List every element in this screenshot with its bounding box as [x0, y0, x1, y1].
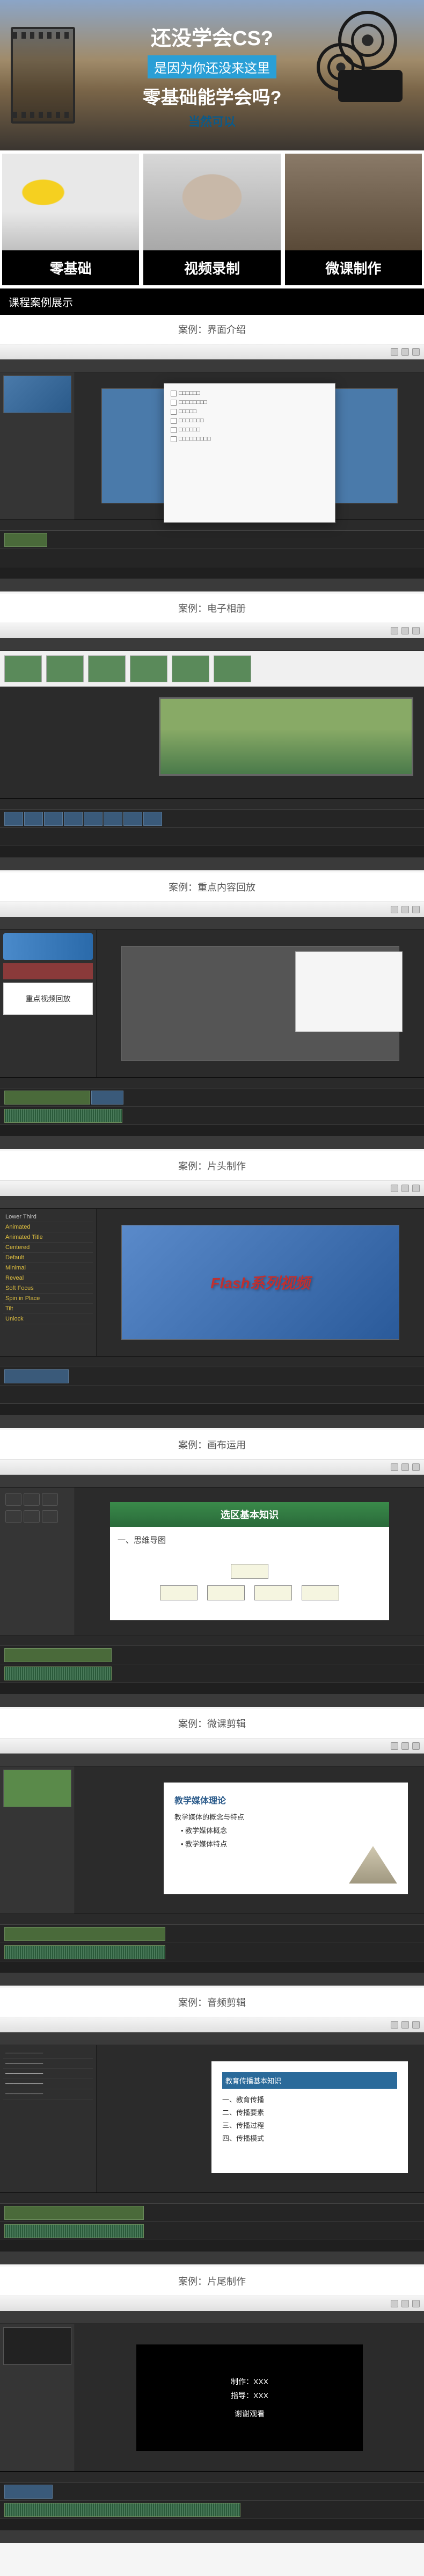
- timeline: [0, 798, 424, 857]
- feature-label-2: 微课制作: [285, 250, 422, 285]
- callout-panel: 重点视频回放: [0, 930, 97, 1077]
- bullet: • 教学媒体概念: [181, 1825, 397, 1835]
- screenshot-ui: 教学媒体理论 教学媒体的概念与特点 • 教学媒体概念 • 教学媒体特点: [0, 1738, 424, 1986]
- panel-item: Soft Focus: [3, 1283, 93, 1294]
- hero-line1-suffix: ?: [261, 27, 273, 50]
- flash-canvas: Flash系列视频: [121, 1225, 400, 1340]
- audio-panel: ───────── ───────── ───────── ───────── …: [0, 2045, 97, 2192]
- screenshot-ui: Lower Third Animated Animated Title Cent…: [0, 1181, 424, 1428]
- preview-area: □□□□□□ □□□□□□□□ □□□□□ □□□□□□□ □□□□□□ □□□…: [75, 372, 424, 519]
- hero-text: 还没学会CS? 是因为你还没来这里 零基础能学会吗? 当然可以: [0, 0, 424, 150]
- case-title: 案例：音频剪辑: [0, 1988, 424, 2017]
- slide-canvas: 教学媒体理论 教学媒体的概念与特点 • 教学媒体概念 • 教学媒体特点: [164, 1783, 408, 1894]
- panel-item: Unlock: [3, 1314, 93, 1324]
- section-title: 课程案例展示: [0, 288, 424, 315]
- flash-text: Flash系列视频: [210, 1272, 310, 1293]
- hero-banner: 还没学会CS? 是因为你还没来这里 零基础能学会吗? 当然可以: [0, 0, 424, 150]
- feature-card-2: 微课制作: [285, 154, 422, 285]
- clip-bin: [0, 2324, 75, 2471]
- screenshot-ui: ───────── ───────── ───────── ───────── …: [0, 2017, 424, 2264]
- case-title: 案例：片尾制作: [0, 2267, 424, 2296]
- album-preview: [159, 697, 413, 776]
- screenshot-ui: □□□□□□ □□□□□□□□ □□□□□ □□□□□□□ □□□□□□ □□□…: [0, 344, 424, 591]
- hero-line1: 还没学会CS?: [151, 21, 273, 51]
- slide-subtitle: 一、思维导图: [110, 1527, 389, 1553]
- screenshot-ui: 选区基本知识 一、思维导图: [0, 1460, 424, 1707]
- replay-label: 重点视频回放: [3, 983, 93, 1015]
- panel-item: Lower Third: [3, 1212, 93, 1222]
- preview-canvas: [121, 946, 400, 1061]
- bullet: 教学媒体的概念与特点: [174, 1812, 397, 1822]
- panel-item: Centered: [3, 1243, 93, 1253]
- window-titlebar: [0, 344, 424, 359]
- timeline: [0, 519, 424, 579]
- panel-item: Tilt: [3, 1304, 93, 1314]
- item: 一、教育传播: [222, 2094, 397, 2104]
- case-block: 案例：音频剪辑 ───────── ───────── ───────── ──…: [0, 1988, 424, 2264]
- item: 二、传播要素: [222, 2107, 397, 2117]
- case-title: 案例：片头制作: [0, 1151, 424, 1181]
- case-block: 案例：画布运用 选区基本知识 一、思维导图: [0, 1430, 424, 1707]
- hero-line2: 是因为你还没来这里: [148, 55, 276, 78]
- item: 四、传播模式: [222, 2133, 397, 2143]
- feature-card-0: 零基础: [2, 154, 139, 285]
- bullet: • 教学媒体特点: [181, 1838, 397, 1849]
- case-title: 案例：微课剪辑: [0, 1709, 424, 1738]
- clip-bin: [0, 1766, 75, 1914]
- case-block: 案例：片头制作 Lower Third Animated Animated Ti…: [0, 1151, 424, 1428]
- feature-label-0: 零基础: [2, 250, 139, 285]
- feature-image-0: [2, 154, 139, 250]
- close-icon: [412, 348, 420, 356]
- case-title: 案例：重点内容回放: [0, 872, 424, 902]
- settings-dialog: □□□□□□ □□□□□□□□ □□□□□ □□□□□□□ □□□□□□ □□□…: [164, 383, 335, 523]
- case-title: 案例：画布运用: [0, 1430, 424, 1460]
- window-titlebar: [0, 623, 424, 638]
- panel-item: Minimal: [3, 1263, 93, 1273]
- feature-label-1: 视频录制: [143, 250, 280, 285]
- case-block: 案例：微课剪辑 教学媒体理论 教学媒体的概念与特点 • 教学媒体概念 • 教学媒…: [0, 1709, 424, 1986]
- hero-line4: 当然可以: [188, 112, 236, 129]
- case-title: 案例：电子相册: [0, 594, 424, 623]
- menu-bar: [0, 359, 424, 372]
- screenshot-ui: 重点视频回放: [0, 902, 424, 1149]
- slide-title: 选区基本知识: [110, 1502, 389, 1527]
- library-panel: Lower Third Animated Animated Title Cent…: [0, 1209, 97, 1356]
- case-block: 案例：重点内容回放 重点视频回放: [0, 872, 424, 1149]
- panel-item: Animated Title: [3, 1232, 93, 1243]
- panel-item: Default: [3, 1253, 93, 1263]
- case-block: 案例：片尾制作 制作：XXX 指导：XXX 谢谢观看: [0, 2267, 424, 2543]
- status-bar: [0, 579, 424, 591]
- slide-title: 教学媒体理论: [174, 1793, 397, 1806]
- album-thumbs: [0, 651, 424, 687]
- max-icon: [401, 348, 409, 356]
- case-block: 案例：电子相册: [0, 594, 424, 870]
- panel-item: Animated: [3, 1222, 93, 1232]
- hero-line3: 零基础能学会吗?: [143, 83, 282, 109]
- credit-line: 指导：XXX: [231, 2390, 268, 2401]
- case-title: 案例：界面介绍: [0, 315, 424, 344]
- credit-line: 谢谢观看: [235, 2408, 265, 2419]
- screenshot-ui: 制作：XXX 指导：XXX 谢谢观看: [0, 2296, 424, 2543]
- credit-line: 制作：XXX: [231, 2376, 268, 2387]
- hero-line1-cs: CS: [232, 27, 261, 50]
- item: 三、传播过程: [222, 2120, 397, 2130]
- min-icon: [391, 348, 398, 356]
- hero-line1-prefix: 还没学会: [151, 27, 232, 50]
- slide-canvas: 教育传播基本知识 一、教育传播 二、传播要素 三、传播过程 四、传播模式: [211, 2061, 408, 2173]
- screenshot-ui: [0, 623, 424, 870]
- thumb: [3, 376, 71, 413]
- diagram-tree: [110, 1553, 389, 1611]
- feature-image-1: [143, 154, 280, 250]
- panel-item: Spin in Place: [3, 1294, 93, 1304]
- end-canvas: 制作：XXX 指导：XXX 谢谢观看: [136, 2344, 363, 2450]
- clip-bin: [0, 1488, 75, 1635]
- case-block: 案例：界面介绍 □□□□□□ □□□□□□□□ □□□□□ □□□□□□□ □□…: [0, 315, 424, 591]
- panel-item: Reveal: [3, 1273, 93, 1283]
- feature-image-2: [285, 154, 422, 250]
- slide-title: 教育传播基本知识: [222, 2072, 397, 2089]
- feature-row: 零基础 视频录制 微课制作: [0, 150, 424, 288]
- slide-canvas: 选区基本知识 一、思维导图: [110, 1502, 389, 1620]
- feature-card-1: 视频录制: [143, 154, 280, 285]
- clip-bin: [0, 372, 75, 519]
